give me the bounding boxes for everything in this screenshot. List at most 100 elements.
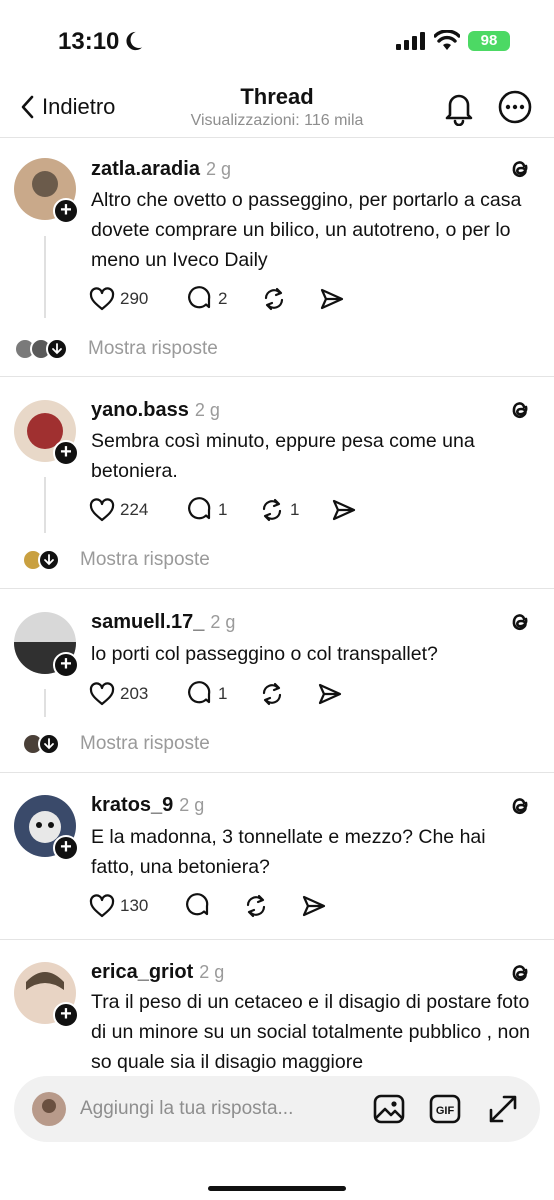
arrow-down-icon: [38, 549, 60, 571]
gif-icon[interactable]: GIF: [428, 1092, 462, 1126]
heart-icon: [89, 287, 115, 311]
threads-logo-icon[interactable]: [506, 609, 532, 635]
username[interactable]: kratos_9 2 g: [91, 794, 204, 817]
share-icon: [318, 683, 342, 705]
comment-count: 2: [218, 289, 228, 308]
username[interactable]: yano.bass 2 g: [91, 399, 220, 422]
comment-button[interactable]: [185, 891, 211, 921]
like-button[interactable]: 203: [89, 679, 148, 709]
bell-icon[interactable]: [440, 88, 478, 126]
status-time: 13:10: [58, 28, 120, 55]
share-button[interactable]: [317, 679, 343, 709]
more-icon[interactable]: [496, 88, 534, 126]
post-text: Tra il peso di un cetaceo e il disagio d…: [91, 991, 531, 1073]
show-replies[interactable]: Mostra risposte: [22, 547, 210, 573]
like-count: 130: [120, 896, 149, 915]
like-button[interactable]: 224: [89, 495, 148, 525]
share-button[interactable]: [331, 495, 357, 525]
repost-button[interactable]: 1: [259, 495, 299, 525]
post: + samuell.17_ 2 g lo porti col passeggino…: [0, 589, 554, 773]
comment-count: 1: [218, 500, 228, 519]
arrow-down-icon: [46, 338, 68, 360]
username-text: kratos_9: [91, 794, 174, 816]
threads-logo-icon[interactable]: [506, 156, 532, 182]
repost-icon: [262, 682, 282, 706]
threads-logo-icon[interactable]: [506, 960, 532, 986]
thread-line: [44, 689, 46, 717]
reply-input[interactable]: [80, 1094, 360, 1124]
follow-badge[interactable]: +: [53, 440, 79, 466]
post: + zatla.aradia 2 g Altro che ovetto o pas…: [0, 138, 554, 377]
show-replies[interactable]: Mostra risposte: [22, 731, 210, 757]
arrow-down-icon: [38, 733, 60, 755]
repost-button[interactable]: [243, 891, 269, 921]
threads-logo-icon[interactable]: [506, 397, 532, 423]
share-button[interactable]: [301, 891, 327, 921]
threads-logo-icon[interactable]: [506, 793, 532, 819]
share-icon: [332, 499, 356, 521]
post-time: 2 g: [179, 795, 205, 815]
share-button[interactable]: [319, 284, 345, 314]
post-time: 2 g: [205, 159, 231, 179]
share-icon: [302, 895, 326, 917]
repost-count: 1: [290, 500, 300, 519]
comment-icon: [188, 681, 211, 704]
repost-icon: [264, 287, 284, 311]
post-time: 2 g: [199, 962, 225, 982]
username[interactable]: erica_griot 2 g: [91, 961, 224, 984]
post-time: 2 g: [194, 400, 220, 420]
thread-line: [44, 236, 46, 318]
signal-icon: [396, 32, 425, 50]
heart-icon: [89, 682, 115, 706]
username[interactable]: samuell.17_ 2 g: [91, 611, 235, 634]
comment-count: 1: [218, 684, 228, 703]
follow-badge[interactable]: +: [53, 835, 79, 861]
wifi-icon: [434, 30, 460, 50]
show-replies-label: Mostra risposte: [80, 549, 210, 570]
post: + kratos_9 2 g E la madonna, 3 tonnellate…: [0, 773, 554, 940]
comment-button[interactable]: 1: [187, 679, 227, 709]
home-indicator: [208, 1186, 346, 1191]
share-icon: [320, 288, 344, 310]
username-text: zatla.aradia: [91, 158, 200, 180]
follow-badge[interactable]: +: [53, 198, 79, 224]
battery-indicator: 98: [468, 31, 510, 51]
repost-button[interactable]: [259, 679, 290, 709]
like-count: 290: [120, 289, 149, 308]
post-time: 2 g: [210, 612, 236, 632]
heart-icon: [89, 894, 115, 918]
show-replies-label: Mostra risposte: [88, 338, 218, 359]
reply-composer: GIF: [14, 1076, 540, 1142]
username[interactable]: zatla.aradia 2 g: [91, 158, 231, 181]
comment-button[interactable]: 2: [187, 284, 227, 314]
heart-icon: [89, 498, 115, 522]
post: + yano.bass 2 g Sembra così minuto, eppur…: [0, 377, 554, 589]
follow-badge[interactable]: +: [53, 1002, 79, 1028]
like-count: 203: [120, 684, 149, 703]
avatar: [32, 1092, 66, 1126]
post: + erica_griot 2 g Tra il peso di un cetac…: [0, 940, 554, 1080]
show-replies-label: Mostra risposte: [80, 733, 210, 754]
comment-button[interactable]: 1: [187, 495, 227, 525]
gif-label: GIF: [436, 1105, 455, 1117]
username-text: erica_griot: [91, 961, 194, 983]
like-button[interactable]: 290: [89, 284, 148, 314]
like-button[interactable]: 130: [89, 891, 148, 921]
post-text: lo porti col passeggino o col transpalle…: [91, 643, 438, 665]
show-replies[interactable]: Mostra risposte: [14, 336, 218, 362]
image-icon[interactable]: [372, 1092, 406, 1126]
nav-bar: Indietro Thread Visualizzazioni: 116 mil…: [0, 80, 554, 138]
thread-line: [44, 477, 46, 533]
comment-icon: [188, 497, 211, 520]
repost-button[interactable]: [261, 284, 292, 314]
expand-icon[interactable]: [486, 1092, 520, 1126]
repost-icon: [246, 894, 266, 918]
moon-icon: [126, 31, 143, 51]
comment-icon: [186, 893, 209, 916]
comment-icon: [188, 286, 211, 309]
status-bar: 13:10 98: [0, 0, 554, 80]
follow-badge[interactable]: +: [53, 652, 79, 678]
post-text: E la madonna, 3 tonnellate e mezzo? Che …: [91, 826, 486, 878]
post-text: Altro che ovetto o passeggino, per porta…: [91, 189, 522, 271]
post-text: Sembra così minuto, eppure pesa come una…: [91, 430, 475, 482]
